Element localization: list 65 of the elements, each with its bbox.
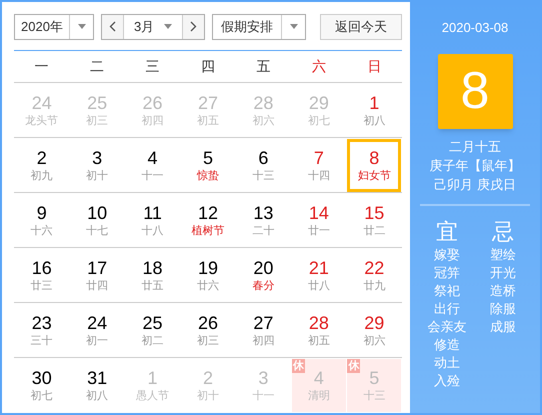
almanac-item: 修造 [434,336,460,354]
almanac-item: 造桥 [490,282,516,300]
selected-date: 2020-03-08 [442,19,508,37]
weekday-label: 五 [255,57,272,76]
day-cell[interactable]: 19 廿六 [180,248,235,302]
weekday-label: 六 [310,57,327,76]
day-cell[interactable]: 12 植树节 [180,194,235,246]
day-cell[interactable]: 14 廿一 [292,194,346,246]
today-button[interactable]: 返回今天 [320,14,402,40]
almanac-item: 出行 [434,300,460,318]
suitable-heading: 宜 [436,218,458,246]
day-cell[interactable]: 6 十三 [236,138,290,192]
caret-icon [290,24,298,29]
day-cell[interactable]: 30 初七 [14,359,69,412]
holiday-badge: 休 [292,359,305,373]
holiday-badge: 休 [347,359,360,373]
avoid-heading: 忌 [492,218,514,246]
day-cell[interactable]: 25 初二 [126,304,180,356]
weekday-label: 日 [366,57,382,76]
day-cell[interactable]: 9 十六 [14,194,69,246]
day-cell[interactable]: 28 初五 [292,304,346,356]
day-cell[interactable]: 22 廿九 [347,248,402,302]
big-day-card: 8 [438,54,512,128]
almanac-item: 成服 [490,318,516,336]
almanac-item: 塑绘 [490,246,516,264]
day-cell[interactable]: 29 初六 [347,304,402,356]
almanac-item: 嫁娶 [434,246,460,264]
year-label: 庚子年【鼠年】 [430,156,520,174]
day-cell[interactable]: 4 十一 [126,138,180,192]
almanac-item: 冠笄 [434,264,460,282]
weekday-label: 四 [200,57,216,76]
weekday-label: 三 [144,57,161,76]
day-cell[interactable]: 18 廿五 [126,248,180,302]
day-cell[interactable]: 1 初八 [347,84,402,136]
day-cell[interactable]: 16 廿三 [14,248,69,302]
day-cell[interactable]: 2 初九 [14,138,69,192]
ganzhi-label: 己卯月 庚戌日 [434,176,516,194]
day-cell[interactable]: 24 初一 [70,304,124,356]
almanac-item: 入殓 [434,372,460,390]
day-cell[interactable]: 8 妇女节 [347,138,402,192]
lunar-date: 二月十五 [449,138,501,156]
almanac-item: 开光 [490,264,516,282]
almanac-item: 除服 [490,300,516,318]
day-cell[interactable]: 17 廿四 [70,248,124,302]
day-cell[interactable]: 26 初三 [180,304,235,356]
almanac-item: 会亲友 [428,318,466,336]
year-select[interactable]: 2020年 [14,14,94,40]
day-cell[interactable]: 11 十八 [126,194,180,246]
almanac-item: 祭祀 [434,282,460,300]
holiday-select[interactable]: 假期安排 [212,14,306,40]
day-cell[interactable]: 10 十七 [70,194,124,246]
day-cell[interactable]: 31 初八 [70,359,124,412]
day-cell[interactable]: 7 十四 [292,138,346,192]
day-cell[interactable]: 27 初四 [236,304,290,356]
day-cell[interactable]: 15 廿二 [347,194,402,246]
caret-icon [78,24,86,29]
day-cell[interactable]: 20 春分 [236,248,290,302]
almanac-item: 动土 [434,354,460,372]
day-cell[interactable]: 13 二十 [236,194,290,246]
weekday-label: 二 [89,57,106,76]
day-cell[interactable]: 5 惊蛰 [180,138,235,192]
weekday-label: 一 [34,57,50,76]
day-cell[interactable]: 21 廿八 [292,248,346,302]
day-cell[interactable]: 23 三十 [14,304,69,356]
day-cell[interactable]: 3 初十 [70,138,124,192]
